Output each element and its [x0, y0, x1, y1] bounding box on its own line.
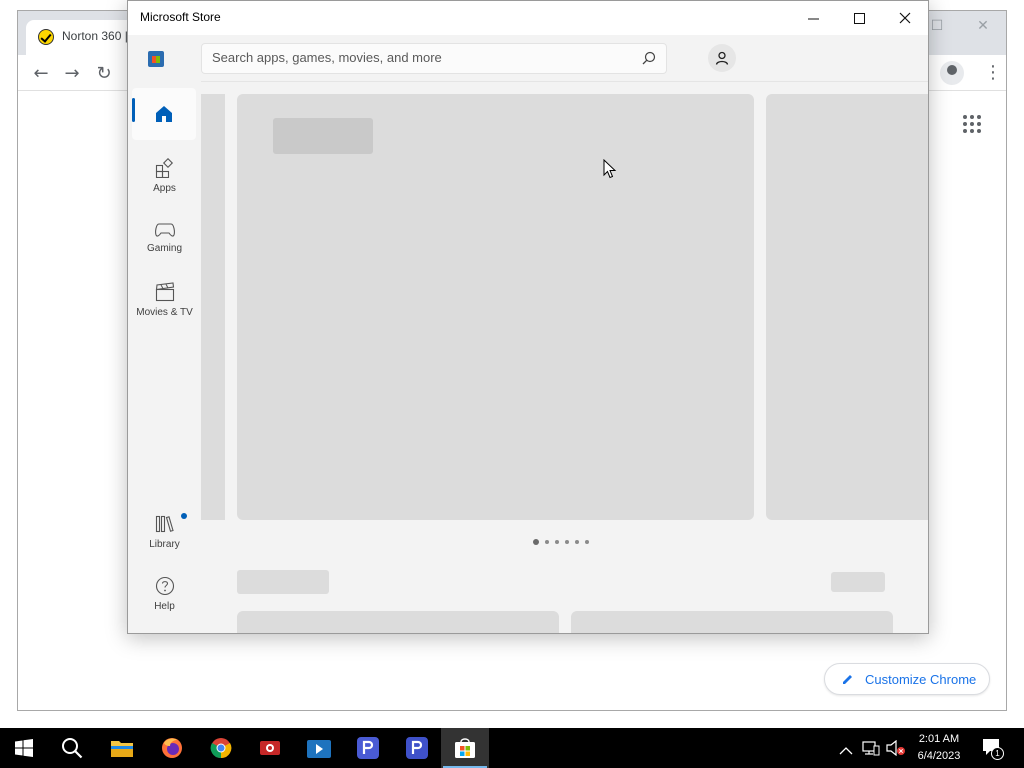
carousel-dot[interactable]: [555, 540, 559, 544]
sidebar-item-label: Gaming: [146, 243, 182, 254]
sidebar-item-help[interactable]: Help: [128, 566, 201, 622]
sidebar-item-apps[interactable]: Apps: [128, 148, 201, 204]
carousel-dot[interactable]: [585, 540, 589, 544]
hero-card-next[interactable]: [766, 94, 928, 520]
library-update-badge: [181, 513, 187, 519]
store-window-title: Microsoft Store: [140, 10, 221, 24]
taskbar-chrome[interactable]: [197, 728, 245, 768]
clock-time: 2:01 AM: [918, 733, 960, 745]
carousel-pager: [533, 539, 589, 545]
sidebar-item-movies-tv[interactable]: Movies & TV: [128, 272, 201, 328]
profile-avatar-icon[interactable]: [940, 61, 964, 85]
taskbar-search-button[interactable]: [48, 728, 96, 768]
minimize-icon: [807, 18, 819, 19]
sidebar-item-gaming[interactable]: Gaming: [128, 210, 201, 266]
clock-date: 6/4/2023: [917, 750, 961, 762]
carousel-dot[interactable]: [565, 540, 569, 544]
store-sidebar: Apps Gaming Movies & TV Library Help: [128, 82, 201, 633]
taskbar-clock[interactable]: 2:01 AM 6/4/2023: [906, 731, 972, 765]
volume-muted-icon[interactable]: [886, 739, 906, 760]
taskbar-file-explorer[interactable]: [98, 728, 146, 768]
store-header: [128, 35, 928, 82]
store-content: [201, 82, 928, 633]
action-center-button[interactable]: 1: [982, 738, 1004, 760]
card-placeholder: [571, 611, 893, 633]
sidebar-item-label: Help: [154, 601, 175, 612]
forward-arrow-icon[interactable]: →: [60, 61, 84, 85]
help-icon: [155, 576, 174, 596]
person-icon: [715, 51, 729, 65]
search-icon[interactable]: [642, 51, 656, 65]
sidebar-item-label: Movies & TV: [136, 307, 193, 318]
store-like-app-icon: [307, 740, 331, 758]
network-icon[interactable]: [862, 740, 880, 760]
back-arrow-icon[interactable]: ←: [29, 61, 53, 85]
store-maximize-button[interactable]: [836, 1, 882, 35]
apps-icon: [155, 158, 173, 178]
hero-card-previous[interactable]: [201, 94, 225, 520]
norton-icon: [38, 29, 54, 45]
windows-start-icon: [15, 739, 33, 757]
taskbar-firefox[interactable]: [148, 728, 196, 768]
taskbar-microsoft-store[interactable]: [441, 728, 489, 768]
close-icon: [899, 12, 911, 24]
chrome-close-button[interactable]: ✕: [960, 11, 1006, 41]
file-explorer-icon: [111, 741, 133, 757]
hero-card-main[interactable]: [237, 94, 754, 520]
store-close-button[interactable]: [882, 1, 928, 35]
account-button[interactable]: [708, 44, 736, 72]
notification-count: 1: [991, 747, 1004, 760]
gamepad-icon: [154, 223, 175, 237]
store-titlebar: Microsoft Store: [128, 1, 928, 35]
customize-chrome-label: Customize Chrome: [865, 671, 977, 687]
active-indicator: [132, 98, 135, 122]
card-placeholder: [237, 611, 559, 633]
video-app-icon: [260, 741, 280, 755]
carousel-dot[interactable]: [533, 539, 539, 545]
hero-title-placeholder: [273, 118, 373, 154]
chrome-tab-title: Norton 360 |: [62, 29, 128, 43]
taskbar-media-app[interactable]: [295, 728, 343, 768]
customize-chrome-button[interactable]: Customize Chrome: [824, 663, 990, 695]
sidebar-item-library[interactable]: Library: [128, 504, 201, 560]
start-button[interactable]: [0, 728, 48, 768]
p-app-icon-2: [406, 737, 428, 759]
search-icon: [62, 738, 83, 759]
taskbar: 2:01 AM 6/4/2023 1: [0, 728, 1024, 768]
sidebar-item-home[interactable]: [132, 88, 196, 140]
search-input[interactable]: [212, 50, 632, 65]
carousel-dot[interactable]: [575, 540, 579, 544]
sidebar-item-label: Library: [149, 539, 180, 550]
clapperboard-icon: [155, 282, 174, 302]
google-apps-grid-icon[interactable]: [963, 115, 981, 133]
carousel-dot[interactable]: [545, 540, 549, 544]
reload-icon[interactable]: ↻: [92, 61, 116, 85]
microsoft-store-window: Microsoft Store Search apps, games, movi…: [127, 0, 929, 634]
search-box[interactable]: [201, 43, 667, 74]
library-icon: [155, 515, 174, 533]
chrome-icon: [210, 738, 232, 759]
maximize-icon: [853, 12, 865, 24]
taskbar-p-app[interactable]: [344, 728, 392, 768]
taskbar-video-app[interactable]: [246, 728, 294, 768]
pencil-icon: [843, 675, 852, 684]
kebab-menu-icon[interactable]: ⋮: [984, 61, 1002, 85]
section-title-placeholder: [237, 570, 329, 594]
tray-chevron-up-icon[interactable]: [839, 741, 853, 760]
sidebar-item-label: Apps: [153, 183, 176, 194]
store-minimize-button[interactable]: [790, 1, 836, 35]
see-all-placeholder: [831, 572, 885, 592]
mouse-cursor-icon: [603, 159, 617, 179]
microsoft-store-logo-icon: [148, 51, 164, 67]
p-app-icon: [357, 737, 379, 759]
home-icon: [156, 106, 172, 122]
microsoft-store-icon: [455, 738, 475, 758]
taskbar-p-app-2[interactable]: [393, 728, 441, 768]
store-window-controls: [790, 1, 928, 35]
firefox-icon: [162, 738, 182, 758]
